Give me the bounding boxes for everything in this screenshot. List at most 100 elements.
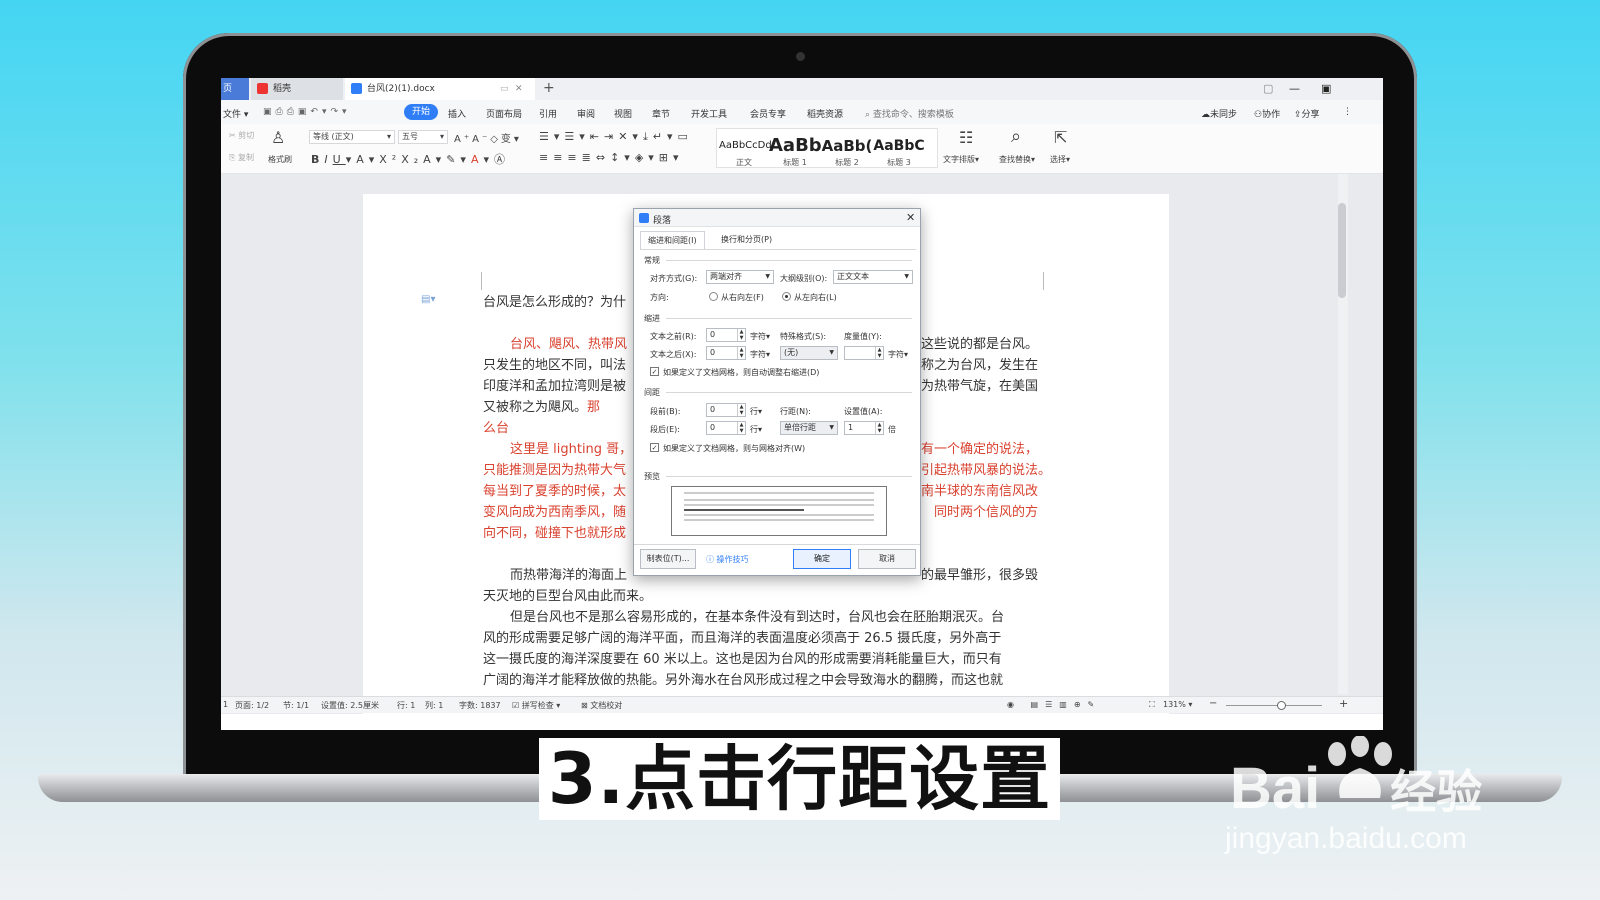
cut-button[interactable]: ✂ 剪切 bbox=[229, 130, 254, 141]
more-icon[interactable]: ⋮ bbox=[1343, 107, 1352, 117]
maximize-icon[interactable]: ▣ bbox=[1321, 78, 1331, 100]
unit-line[interactable]: 行▾ bbox=[750, 424, 762, 435]
before-text-spinner[interactable]: 0 ▲ ▼ bbox=[706, 328, 746, 342]
rtl-radio[interactable] bbox=[709, 292, 718, 301]
preview-line bbox=[684, 499, 874, 501]
tab-wps-label: 稻壳 bbox=[273, 84, 292, 94]
text-layout-button[interactable]: 文字排版▾ bbox=[943, 154, 979, 165]
menu-developer[interactable]: 开发工具 bbox=[691, 107, 727, 120]
close-tab-icon[interactable]: ✕ bbox=[515, 78, 523, 100]
align-buttons[interactable]: ≡≡≡≣⇔↕▾◈▾⊞▾ bbox=[539, 151, 684, 164]
style-normal[interactable]: AaBbCcDd 正文 bbox=[719, 135, 772, 168]
scroll-thumb[interactable] bbox=[1338, 203, 1346, 298]
menu-start[interactable]: 开始 bbox=[404, 104, 438, 120]
home-tab[interactable]: 页 bbox=[221, 78, 249, 100]
share-button[interactable]: ⇪分享 bbox=[1294, 107, 1320, 120]
menu-docer[interactable]: 稻壳资源 bbox=[807, 107, 843, 120]
command-search[interactable]: ⌕ 查找命令、搜索模板 bbox=[865, 107, 954, 120]
divider bbox=[666, 392, 912, 393]
format-buttons[interactable]: BIU▾A▾X²X₂A▾✎▾A▾Ⓐ bbox=[311, 151, 510, 167]
new-tab-icon[interactable]: + bbox=[543, 78, 555, 98]
font-size-select[interactable]: 五号 ▾ bbox=[398, 130, 448, 144]
cancel-button[interactable]: 取消 bbox=[858, 549, 916, 569]
style-heading1[interactable]: AaBb 标题 1 bbox=[769, 135, 822, 168]
align-select[interactable]: 两端对齐 ▼ bbox=[706, 270, 774, 284]
watermark-url: jingyan.baidu.com bbox=[1225, 822, 1467, 855]
style-heading2[interactable]: AaBb(标题 2 bbox=[821, 135, 873, 168]
paragraph-handle-icon[interactable]: ▤▾ bbox=[421, 294, 435, 305]
format-painter-label: 格式刷 bbox=[268, 155, 292, 164]
find-icon[interactable]: ⌕ bbox=[1011, 126, 1021, 147]
status-words[interactable]: 字数: 1837 bbox=[459, 700, 501, 711]
sync-status[interactable]: ☁未同步 bbox=[1201, 107, 1237, 120]
zoom-in-icon[interactable]: + bbox=[1339, 697, 1348, 710]
dialog-close-icon[interactable]: ✕ bbox=[906, 211, 915, 224]
after-spinner[interactable]: 0 ▲ ▼ bbox=[706, 421, 746, 435]
outline-select[interactable]: 正文文本 ▼ bbox=[833, 270, 913, 284]
tab-line-page-break[interactable]: 换行和分页(P) bbox=[714, 231, 779, 249]
zoom-slider[interactable] bbox=[1226, 705, 1322, 706]
window-layout-icon[interactable]: ▢ bbox=[1263, 78, 1273, 100]
restore-tab-icon[interactable]: ▭ bbox=[500, 78, 509, 100]
menu-member[interactable]: 会员专享 bbox=[750, 107, 786, 120]
section-indent: 缩进 bbox=[644, 314, 660, 323]
select-button[interactable]: 选择▾ bbox=[1050, 154, 1070, 165]
copy-button[interactable]: ⎘ 复制 bbox=[229, 152, 254, 163]
font-select[interactable]: 等线 (正文) ▾ bbox=[309, 130, 395, 144]
measure-spinner[interactable]: ▲ ▼ bbox=[844, 346, 884, 360]
step-caption: 3.点击行距设置 bbox=[539, 738, 1060, 820]
proofread-toggle[interactable]: ⊠ 文档校对 bbox=[581, 700, 622, 711]
zoom-level[interactable]: 131% ▾ bbox=[1163, 700, 1192, 709]
menu-file[interactable]: 文件 ▾ bbox=[223, 107, 248, 120]
menu-references[interactable]: 引用 bbox=[539, 107, 557, 120]
menu-chapter[interactable]: 章节 bbox=[652, 107, 670, 120]
tab-indent-spacing[interactable]: 缩进和间距(I) bbox=[640, 231, 705, 249]
menu-insert[interactable]: 插入 bbox=[448, 107, 466, 120]
before-spinner[interactable]: 0 ▲ ▼ bbox=[706, 403, 746, 417]
tabs-button[interactable]: 制表位(T)... bbox=[640, 549, 696, 569]
ok-button[interactable]: 确定 bbox=[793, 549, 851, 569]
set-value-spinner[interactable]: 1 ▲ ▼ bbox=[844, 421, 884, 435]
doc-line: 这一摄氏度的海洋深度要在 60 米以上。这也是因为台风的形成需要消耗能量巨大，而… bbox=[483, 652, 1002, 667]
text-layout-icon[interactable]: ☷ bbox=[959, 128, 973, 147]
measure-label: 度量值(Y): bbox=[844, 332, 882, 341]
unit-char[interactable]: 字符▾ bbox=[750, 349, 770, 360]
zoom-slider-knob[interactable] bbox=[1277, 701, 1286, 710]
font-grow-shrink-icons[interactable]: A⁺A⁻◇变▾ bbox=[454, 130, 522, 145]
minimize-icon[interactable]: — bbox=[1289, 78, 1300, 100]
tab-document[interactable]: 台风(2)(1).docx ▭ ✕ bbox=[345, 78, 535, 100]
tab-wps[interactable]: 稻壳 bbox=[251, 78, 343, 100]
view-mode-icons[interactable]: ◉ ▤☰▥⊕✎ bbox=[1007, 700, 1101, 709]
divider bbox=[666, 318, 912, 319]
unit-line[interactable]: 行▾ bbox=[750, 406, 762, 417]
menu-view[interactable]: 视图 bbox=[614, 107, 632, 120]
spell-check-toggle[interactable]: ☑ 拼写检查 ▾ bbox=[512, 700, 560, 711]
menu-review[interactable]: 审阅 bbox=[577, 107, 595, 120]
collaborate-button[interactable]: ⚇协作 bbox=[1254, 107, 1280, 120]
set-value-label: 设置值(A): bbox=[844, 407, 883, 416]
special-select[interactable]: (无) ▼ bbox=[780, 346, 838, 360]
select-cursor-icon[interactable]: ⇱ bbox=[1054, 128, 1067, 147]
find-replace-button[interactable]: 查找替换▾ bbox=[999, 154, 1035, 165]
preview-line bbox=[684, 492, 874, 494]
menu-layout[interactable]: 页面布局 bbox=[486, 107, 522, 120]
ltr-radio[interactable] bbox=[782, 292, 791, 301]
quick-access-icons[interactable]: ▣⎙⎙▣↶▾↷▾ bbox=[263, 107, 351, 117]
status-bar: 1 页面: 1/2 节: 1/1 设置值: 2.5厘米 行: 1 列: 1 字数… bbox=[221, 696, 1383, 713]
style-heading3[interactable]: AaBbC 标题 3 bbox=[873, 135, 925, 168]
list-buttons[interactable]: ☰▾☰▾⇤⇥✕▾⤓↵▾▭ bbox=[539, 130, 693, 144]
format-painter-icon[interactable]: ♙ bbox=[271, 128, 285, 147]
unit-char[interactable]: 字符▾ bbox=[750, 331, 770, 342]
doc-icon bbox=[351, 83, 362, 94]
grid-align-checkbox[interactable]: ✓ bbox=[650, 443, 659, 452]
status-page[interactable]: 页面: 1/2 bbox=[235, 700, 269, 711]
tips-link[interactable]: ⓘ 操作技巧 bbox=[706, 554, 749, 565]
auto-indent-checkbox[interactable]: ✓ bbox=[650, 367, 659, 376]
line-spacing-select[interactable]: 单倍行距 ▼ bbox=[780, 421, 838, 435]
after-text-spinner[interactable]: 0 ▲ ▼ bbox=[706, 346, 746, 360]
after-label: 段后(E): bbox=[650, 425, 680, 434]
fit-icon[interactable]: ⛶ bbox=[1149, 700, 1155, 710]
unit-char[interactable]: 字符▾ bbox=[888, 349, 908, 360]
zoom-out-icon[interactable]: − bbox=[1209, 698, 1217, 709]
preview-line bbox=[684, 504, 874, 506]
